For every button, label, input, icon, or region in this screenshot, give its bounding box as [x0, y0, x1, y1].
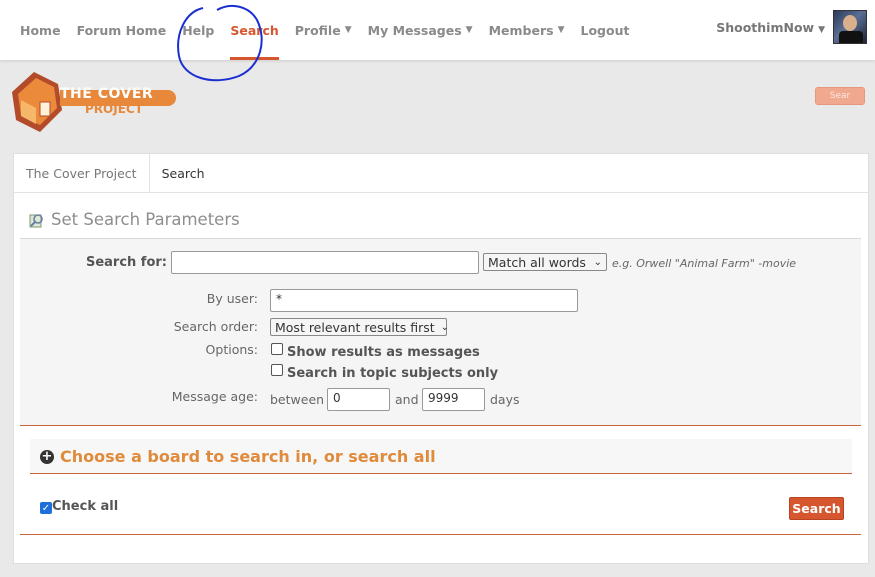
username-label: ShoothimNow [716, 19, 815, 35]
header-search-button[interactable]: Sear [815, 87, 865, 105]
nav-logout[interactable]: Logout [573, 0, 638, 60]
nav-members-label: Members [488, 22, 554, 38]
check-all-checkbox[interactable]: ✓ [40, 502, 52, 514]
main-panel: The Cover Project Search Set Search Para… [13, 153, 869, 564]
breadcrumb-current: Search [161, 165, 205, 181]
breadcrumb: The Cover Project Search [14, 154, 868, 193]
nav-logout-label: Logout [580, 22, 630, 38]
subjects-only-checkbox[interactable] [271, 364, 283, 376]
main-nav: Home Forum Home Help Search Profile ▼ My … [12, 0, 637, 60]
nav-my-messages[interactable]: My Messages ▼ [360, 0, 481, 60]
divider [20, 534, 861, 535]
subjects-only-label[interactable]: Search in topic subjects only [287, 366, 498, 381]
search-input[interactable] [171, 251, 479, 274]
show-as-messages-checkbox[interactable] [271, 343, 283, 355]
nav-my-messages-label: My Messages [367, 22, 462, 38]
chevron-down-icon: ▼ [557, 25, 565, 35]
chevron-down-icon: ⌄ [593, 256, 602, 268]
page-title-text: Set Search Parameters [51, 210, 240, 229]
board-chooser[interactable]: + Choose a board to search in, or search… [30, 439, 852, 473]
board-chooser-label: Choose a board to search in, or search a… [60, 447, 436, 466]
days-label: days [490, 392, 520, 407]
nav-members[interactable]: Members ▼ [481, 0, 573, 60]
nav-profile[interactable]: Profile ▼ [287, 0, 360, 60]
search-order-select[interactable]: Most relevant results first ⌄ [270, 318, 450, 336]
breadcrumb-home[interactable]: The Cover Project [14, 154, 150, 192]
logo-text-line1: THE COVER [60, 86, 154, 102]
search-order-label: Search order: [173, 319, 258, 334]
divider [20, 425, 861, 426]
avatar[interactable] [833, 10, 867, 44]
page-title: Set Search Parameters [29, 210, 240, 229]
search-hint: e.g. Orwell "Animal Farm" -movie [612, 257, 797, 270]
match-select[interactable]: Match all words ⌄ [483, 253, 607, 271]
age-to-input[interactable]: 9999 [422, 388, 485, 411]
nav-search[interactable]: Search [222, 0, 286, 60]
logo-text-line2: PROJECT [85, 102, 143, 116]
nav-forum-home[interactable]: Forum Home [69, 0, 175, 60]
chevron-down-icon: ▼ [818, 24, 825, 35]
and-label: and [395, 392, 419, 407]
search-icon [29, 213, 43, 227]
show-as-messages-label[interactable]: Show results as messages [287, 345, 480, 360]
options-label: Options: [205, 342, 258, 357]
chevron-down-icon: ⌄ [440, 321, 450, 333]
nav-profile-label: Profile [294, 22, 341, 38]
by-user-input[interactable]: * [270, 289, 578, 312]
search-form: Search for: Match all words ⌄ e.g. Orwell… [20, 239, 861, 425]
message-age-label: Message age: [171, 389, 258, 404]
nav-home[interactable]: Home [12, 0, 69, 60]
divider [30, 473, 852, 474]
nav-help-label: Help [182, 22, 215, 38]
search-for-label: Search for: [85, 255, 167, 270]
by-user-label: By user: [206, 291, 258, 306]
chevron-down-icon: ▼ [465, 25, 473, 35]
age-from-input[interactable]: 0 [327, 388, 390, 411]
plus-circle-icon: + [40, 448, 54, 464]
nav-home-label: Home [20, 22, 61, 38]
chevron-down-icon: ▼ [344, 25, 352, 35]
search-order-value: Most relevant results first [275, 319, 435, 335]
username[interactable]: ShoothimNow ▼ [716, 20, 825, 35]
check-all-label[interactable]: Check all [52, 499, 118, 514]
board-chooser-title[interactable]: + Choose a board to search in, or search… [40, 447, 436, 466]
match-select-value: Match all words [488, 254, 586, 270]
user-menu[interactable]: ShoothimNow ▼ [716, 10, 867, 44]
nav-forum-home-label: Forum Home [76, 22, 167, 38]
between-label: between [270, 392, 325, 407]
nav-search-label: Search [230, 22, 279, 38]
nav-help[interactable]: Help [174, 0, 222, 60]
top-navbar: Home Forum Home Help Search Profile ▼ My … [0, 0, 875, 60]
search-button[interactable]: Search [789, 497, 844, 520]
